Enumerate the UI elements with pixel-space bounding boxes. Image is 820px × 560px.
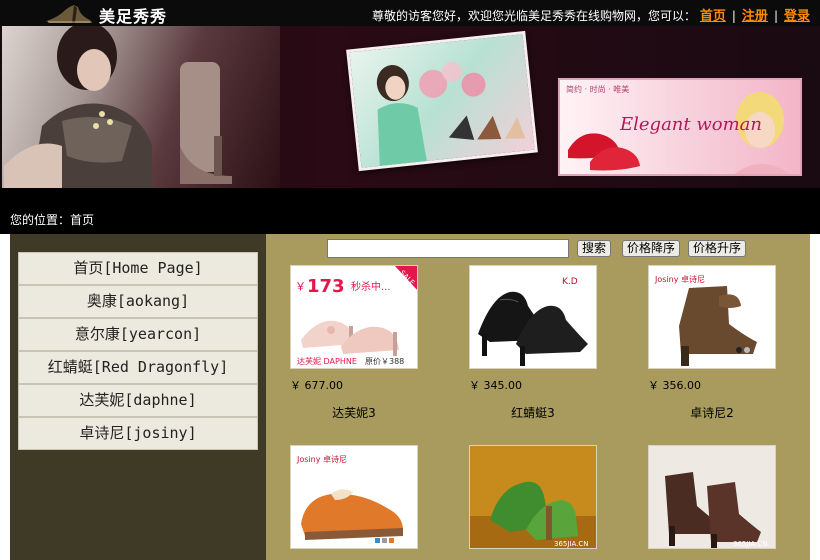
top-bar: 美足秀秀 尊敬的访客您好，欢迎您光临美足秀秀在线购物网，您可以： 首页 | 注册 | 登…	[0, 0, 820, 26]
breadcrumb-current[interactable]: 首页	[70, 213, 94, 227]
promo-model-illustration-icon	[376, 61, 526, 172]
sidebar-item-yearcon[interactable]: 意尔康[yearcon]	[18, 318, 258, 351]
sidebar: 首页[Home Page] 奥康[aokang] 意尔康[yearcon] 红蜻…	[10, 234, 266, 560]
site-logo-text: 美足秀秀	[99, 7, 168, 26]
nav-login-link[interactable]: 登录	[784, 9, 810, 24]
product-brand: 365JIA.CN	[733, 540, 768, 548]
promo-text: 秒杀中...	[351, 280, 391, 293]
product-brand: 达芙妮 DAPHNE	[297, 356, 357, 366]
product-price: ￥ 345.00	[469, 379, 522, 392]
breadcrumb-label: 您的位置：	[10, 213, 71, 227]
product-image[interactable]: 365JIA.CN	[469, 445, 597, 549]
product-image[interactable]: 365JIA.CN	[648, 445, 776, 549]
search-button[interactable]: 搜索	[577, 240, 612, 257]
promo-price: 173	[307, 276, 345, 297]
model-illustration-icon	[4, 26, 232, 188]
shoe-logo-icon	[46, 5, 92, 23]
nav-home-link[interactable]: 首页	[700, 9, 726, 24]
product-name[interactable]: 达芙妮3	[290, 404, 418, 421]
product-price: ￥ 677.00	[290, 379, 343, 392]
original-price: 原价￥388	[365, 357, 404, 366]
sidebar-item-aokang[interactable]: 奥康[aokang]	[18, 285, 258, 318]
main-area: 首页[Home Page] 奥康[aokang] 意尔康[yearcon] 红蜻…	[10, 234, 810, 560]
product-content: 搜索 价格降序 价格升序 ￥ 173 秒杀中... SALE 达芙妮 DAPHN…	[266, 234, 810, 560]
banner-promo-card-2: 简约 · 时尚 · 唯美 Elegant woman	[558, 78, 802, 176]
nav-register-link[interactable]: 注册	[742, 9, 768, 24]
sidebar-item-home[interactable]: 首页[Home Page]	[18, 252, 258, 285]
product-brand: K.D	[562, 277, 578, 287]
banner-model-image	[2, 26, 280, 188]
product-image[interactable]: Josiny 卓诗尼	[290, 445, 418, 549]
welcome-area: 尊敬的访客您好，欢迎您光临美足秀秀在线购物网，您可以： 首页 | 注册 | 登录	[372, 5, 810, 24]
banner: 简约 · 时尚 · 唯美 Elegant woman	[0, 26, 820, 188]
sidebar-item-daphne[interactable]: 达芙妮[daphne]	[18, 384, 258, 417]
product-image[interactable]: K.D	[469, 265, 597, 369]
welcome-text: 尊敬的访客您好，欢迎您光临美足秀秀在线购物网，您可以：	[372, 9, 697, 23]
sort-price-desc-button[interactable]: 价格降序	[622, 240, 681, 257]
banner-promo-card-1	[346, 30, 538, 172]
search-input[interactable]	[327, 239, 569, 258]
product-name[interactable]: 卓诗尼2	[648, 404, 776, 421]
product-price: ￥ 356.00	[648, 379, 701, 392]
product-brand: Josiny 卓诗尼	[654, 274, 705, 284]
svg-text:￥: ￥	[295, 280, 306, 293]
nav-separator: |	[731, 9, 736, 23]
product-brand: Josiny 卓诗尼	[296, 454, 347, 464]
product-name[interactable]: 红蜻蜓3	[469, 404, 597, 421]
banner-card-title: Elegant woman	[620, 114, 762, 135]
breadcrumb-bar: 您的位置：首页	[0, 188, 820, 234]
sidebar-item-josiny[interactable]: 卓诗尼[josiny]	[18, 417, 258, 450]
brand-menu: 首页[Home Page] 奥康[aokang] 意尔康[yearcon] 红蜻…	[18, 252, 258, 450]
sidebar-item-red-dragonfly[interactable]: 红蜻蜓[Red Dragonfly]	[18, 351, 258, 384]
nav-separator: |	[773, 9, 778, 23]
product-brand: 365JIA.CN	[554, 540, 589, 548]
product-image[interactable]: Josiny 卓诗尼	[648, 265, 776, 369]
product-image[interactable]: ￥ 173 秒杀中... SALE 达芙妮 DAPHNE 原价￥388	[290, 265, 418, 369]
sort-price-asc-button[interactable]: 价格升序	[688, 240, 747, 257]
breadcrumb: 您的位置：首页	[10, 211, 94, 228]
